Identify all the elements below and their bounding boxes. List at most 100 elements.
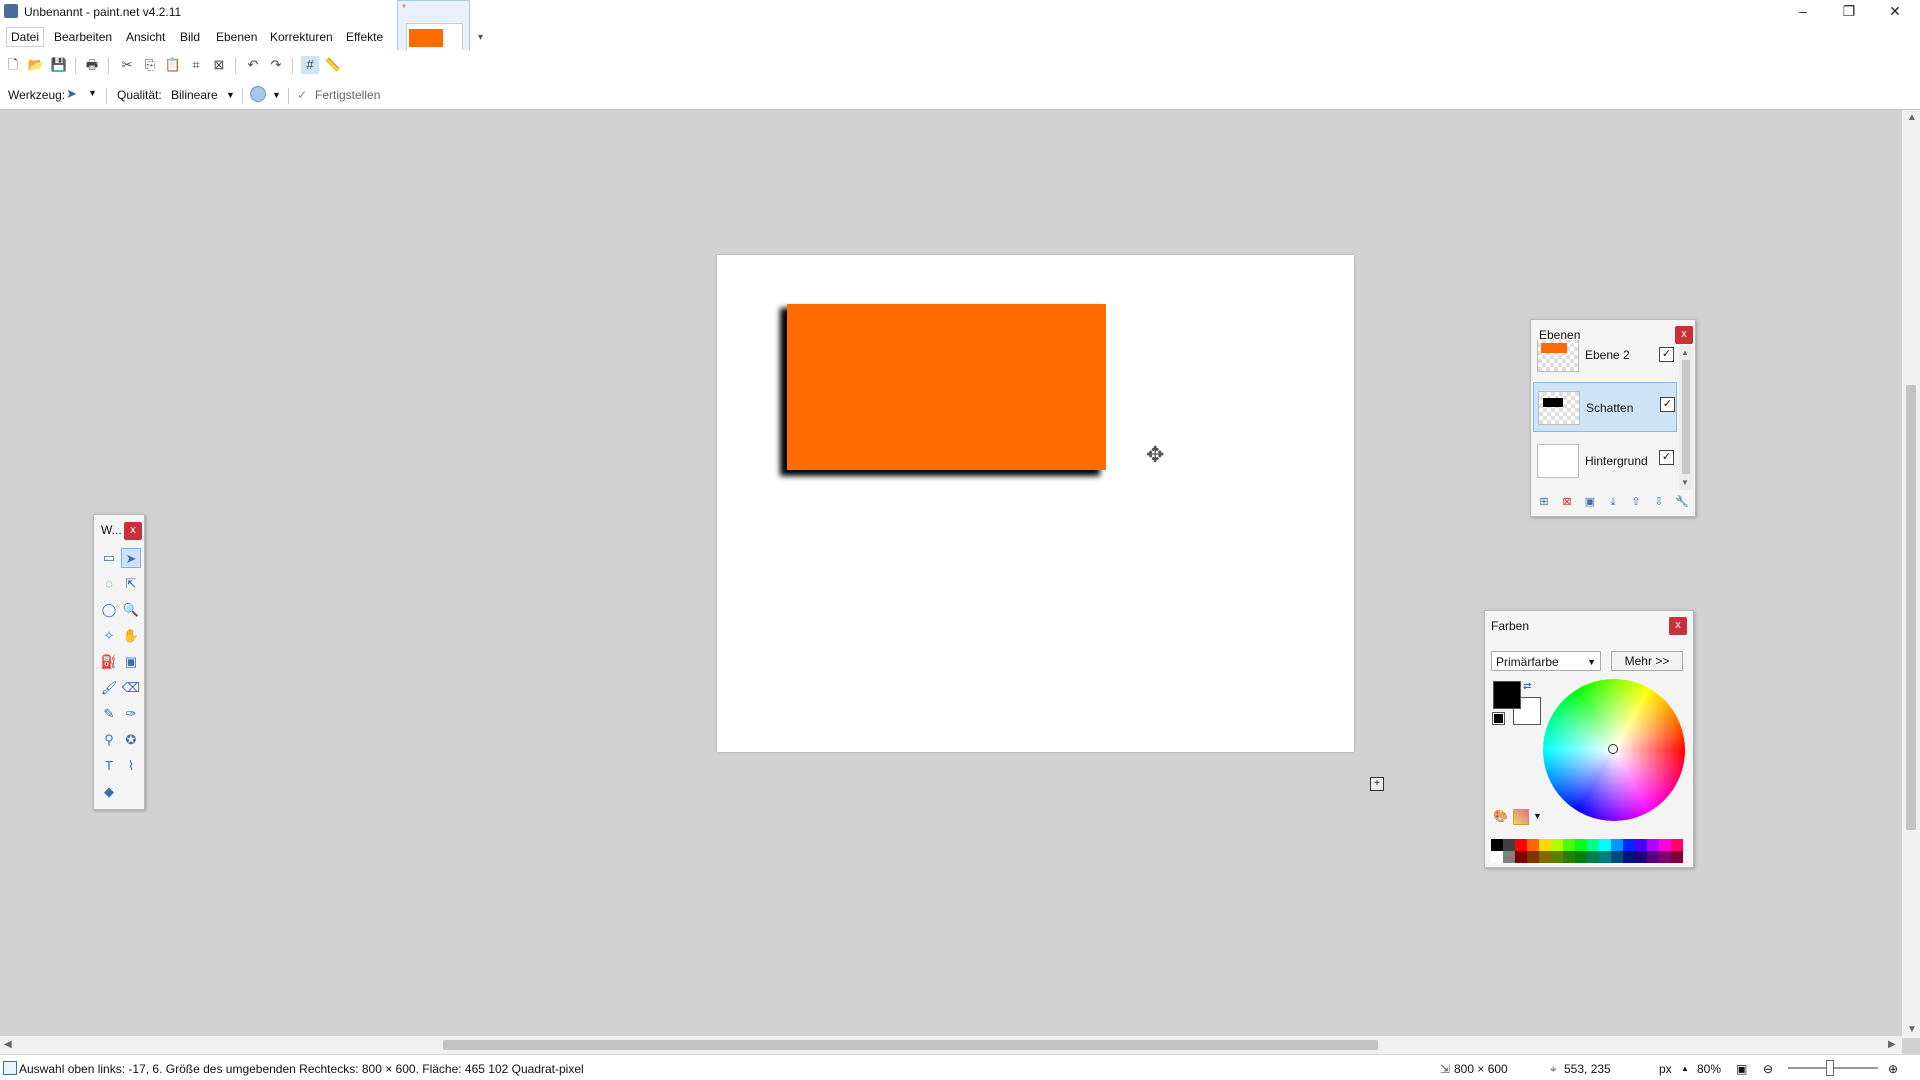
- scroll-left-icon[interactable]: ◀: [4, 1039, 12, 1050]
- rectangle-select-icon[interactable]: ▭: [99, 548, 119, 568]
- swap-colors-icon[interactable]: ⇄: [1523, 681, 1531, 692]
- layer-visibility-checkbox[interactable]: ✓: [1659, 450, 1674, 465]
- print-icon[interactable]: 🖶: [83, 56, 101, 74]
- crop-to-selection-icon[interactable]: ⌗: [187, 56, 205, 74]
- magic-wand-icon[interactable]: ✧: [99, 626, 119, 646]
- palette-swatch[interactable]: [1635, 851, 1647, 863]
- palette-swatch[interactable]: [1671, 839, 1683, 851]
- palette-swatch[interactable]: [1587, 851, 1599, 863]
- palette-swatch[interactable]: [1551, 851, 1563, 863]
- palette-swatch[interactable]: [1563, 839, 1575, 851]
- palette-swatch[interactable]: [1551, 839, 1563, 851]
- duplicate-layer-icon[interactable]: ▣: [1582, 494, 1598, 510]
- layer-item-hintergrund[interactable]: Hintergrund ✓: [1533, 436, 1677, 486]
- layer-properties-wrench-icon[interactable]: 🔧: [1674, 494, 1690, 510]
- scroll-down-icon[interactable]: ▼: [1907, 1024, 1917, 1035]
- palette-swatch[interactable]: [1623, 839, 1635, 851]
- menu-effekte[interactable]: Effekte: [346, 30, 383, 44]
- vertical-scrollbar[interactable]: ▲ ▼: [1902, 110, 1920, 1038]
- palette-swatch[interactable]: [1539, 839, 1551, 851]
- eraser-icon[interactable]: ⌫: [121, 678, 141, 698]
- move-layer-up-icon[interactable]: ⇧: [1628, 494, 1644, 510]
- selection-handle-icon[interactable]: +: [1370, 777, 1384, 791]
- minimize-button[interactable]: –: [1780, 0, 1826, 24]
- palette-swatch[interactable]: [1611, 851, 1623, 863]
- layer-item-ebene-2[interactable]: Ebene 2 ✓: [1533, 340, 1677, 372]
- horizontal-scroll-thumb[interactable]: [443, 1040, 1378, 1050]
- scroll-right-icon[interactable]: ▶: [1888, 1039, 1896, 1050]
- line-curve-icon[interactable]: ⌇: [121, 756, 141, 776]
- redo-icon[interactable]: ↷: [267, 56, 285, 74]
- zoom-out-icon[interactable]: ⊖: [1763, 1062, 1773, 1076]
- palette-swatch[interactable]: [1623, 851, 1635, 863]
- palette-swatch[interactable]: [1599, 839, 1611, 851]
- rulers-icon[interactable]: 📏: [324, 56, 342, 74]
- zoom-icon[interactable]: 🔍: [121, 600, 141, 620]
- palette-swatch[interactable]: [1647, 839, 1659, 851]
- palette-chevron-down-icon[interactable]: ▼: [1533, 811, 1542, 821]
- layer-item-schatten[interactable]: Schatten ✓: [1533, 382, 1677, 432]
- color-wheel-cursor[interactable]: [1608, 744, 1618, 754]
- layers-scroll-down-icon[interactable]: ▼: [1681, 478, 1689, 487]
- palette-swatch[interactable]: [1587, 839, 1599, 851]
- palette-swatch[interactable]: [1635, 839, 1647, 851]
- undo-icon[interactable]: ↶: [244, 56, 262, 74]
- move-selection-icon[interactable]: ⇱: [121, 574, 141, 594]
- merge-layer-down-icon[interactable]: ⤓: [1605, 494, 1621, 510]
- layers-scroll-up-icon[interactable]: ▲: [1681, 348, 1689, 357]
- restore-button[interactable]: ❐: [1826, 0, 1872, 24]
- pan-icon[interactable]: ✋: [121, 626, 141, 646]
- scroll-up-icon[interactable]: ▲: [1907, 112, 1917, 123]
- palette-swatch[interactable]: [1503, 839, 1515, 851]
- palette-swatch[interactable]: [1599, 851, 1611, 863]
- tools-panel-close-button[interactable]: x: [124, 522, 142, 540]
- move-layer-down-icon[interactable]: ⇩: [1651, 494, 1667, 510]
- palette-swatch[interactable]: [1611, 839, 1623, 851]
- palette-swatch[interactable]: [1575, 851, 1587, 863]
- delete-layer-icon[interactable]: ⊠: [1559, 494, 1575, 510]
- open-file-icon[interactable]: 📂: [27, 56, 45, 74]
- palette-swatch[interactable]: [1575, 839, 1587, 851]
- move-selected-pixels-icon[interactable]: ➤: [121, 548, 141, 568]
- gradient-icon[interactable]: ▣: [121, 652, 141, 672]
- pixel-grid-icon[interactable]: #: [301, 56, 319, 74]
- color-mode-dropdown[interactable]: Primärfarbe ▼: [1491, 651, 1601, 671]
- text-icon[interactable]: T: [99, 756, 119, 776]
- palette-swatch[interactable]: [1659, 851, 1671, 863]
- units-chevron-up-icon[interactable]: ▲: [1681, 1064, 1689, 1073]
- zoom-to-window-icon[interactable]: ▣: [1736, 1062, 1747, 1076]
- image-list-chevron-down-icon[interactable]: ▾: [478, 32, 483, 43]
- new-file-icon[interactable]: 🗋: [4, 56, 22, 74]
- palette-swatch[interactable]: [1671, 851, 1683, 863]
- palette-swatch[interactable]: [1515, 851, 1527, 863]
- add-layer-icon[interactable]: ⊞: [1536, 494, 1552, 510]
- save-icon[interactable]: 💾: [50, 56, 68, 74]
- copy-icon[interactable]: ⎘: [141, 56, 159, 74]
- paint-bucket-icon[interactable]: ⛽: [99, 652, 119, 672]
- palette-swatch[interactable]: [1659, 839, 1671, 851]
- antialiasing-icon[interactable]: [250, 86, 266, 102]
- color-picker-icon[interactable]: ✑: [121, 704, 141, 724]
- quality-chevron-down-icon[interactable]: ▼: [226, 90, 235, 100]
- vertical-scroll-thumb[interactable]: [1906, 385, 1916, 830]
- palette-swatch[interactable]: [1539, 851, 1551, 863]
- palette-swatch[interactable]: [1647, 851, 1659, 863]
- finish-button[interactable]: Fertigstellen: [315, 88, 380, 102]
- palette-swatch[interactable]: [1527, 839, 1539, 851]
- paste-icon[interactable]: 📋: [164, 56, 182, 74]
- zoom-value[interactable]: 80%: [1697, 1062, 1721, 1076]
- palette-swatch[interactable]: [1491, 839, 1503, 851]
- close-button[interactable]: ✕: [1872, 0, 1918, 24]
- menu-bild[interactable]: Bild: [180, 30, 200, 44]
- quality-dropdown[interactable]: Bilineare: [171, 88, 218, 102]
- palette-select-icon[interactable]: [1513, 809, 1529, 825]
- pencil-icon[interactable]: ✎: [99, 704, 119, 724]
- layers-scroll-thumb[interactable]: [1682, 360, 1690, 474]
- layers-panel-close-button[interactable]: x: [1675, 326, 1693, 344]
- menu-bearbeiten[interactable]: Bearbeiten: [54, 30, 112, 44]
- antialiasing-chevron-down-icon[interactable]: ▼: [272, 90, 281, 100]
- menu-ebenen[interactable]: Ebenen: [216, 30, 257, 44]
- paintbrush-icon[interactable]: 🖌: [99, 678, 119, 698]
- primary-color-swatch[interactable]: [1493, 681, 1521, 709]
- horizontal-scrollbar[interactable]: ◀ ▶: [0, 1036, 1902, 1054]
